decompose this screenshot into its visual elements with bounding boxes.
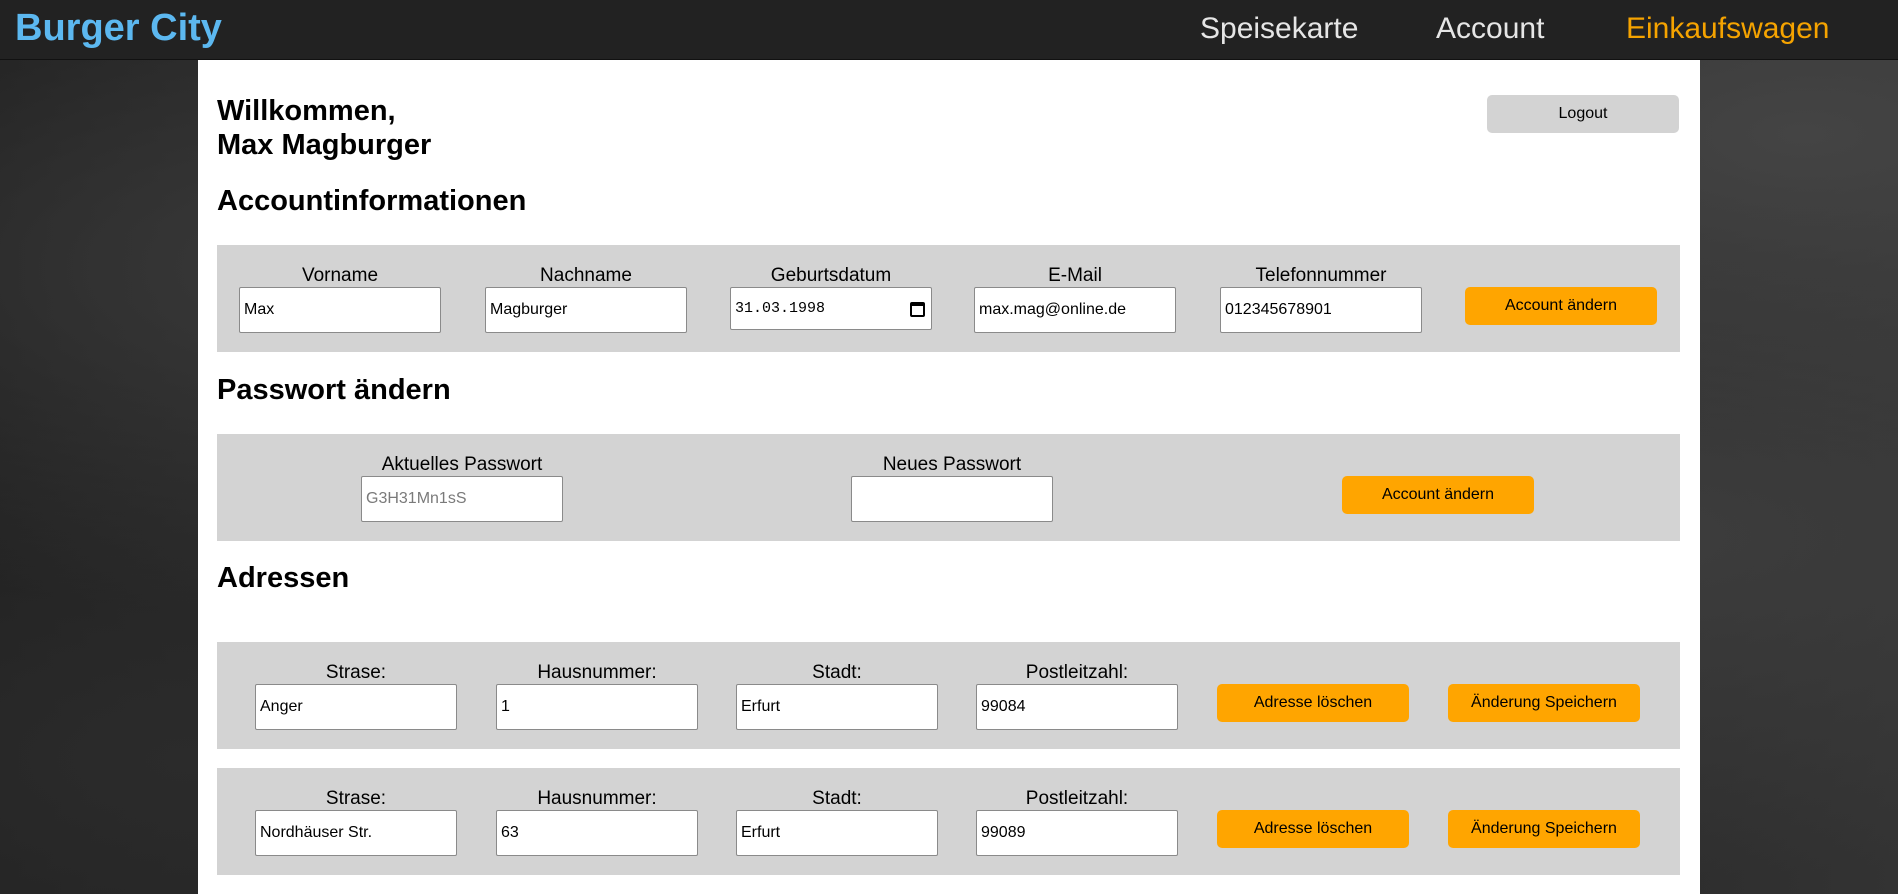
email-input[interactable]: max.mag@online.de <box>974 287 1176 333</box>
zip-input[interactable]: 99084 <box>976 684 1178 730</box>
zip-label: Postleitzahl: <box>1025 788 1129 809</box>
street-label: Strase: <box>325 662 387 683</box>
lastname-label: Nachname <box>540 265 632 286</box>
account-info-panel: Vorname Max Nachname Magburger Geburtsda… <box>217 245 1680 352</box>
email-label: E-Mail <box>1048 265 1102 286</box>
account-section-title: Accountinformationen <box>217 185 527 217</box>
save-address-button[interactable]: Änderung Speichern <box>1448 810 1640 848</box>
firstname-input[interactable]: Max <box>239 287 441 333</box>
delete-address-button[interactable]: Adresse löschen <box>1217 684 1409 722</box>
password-panel: Aktuelles Passwort G3H31Mn1sS Neues Pass… <box>217 434 1680 541</box>
house-number-input[interactable]: 63 <box>496 810 698 856</box>
house-number-label: Hausnummer: <box>537 662 657 683</box>
city-label: Stadt: <box>812 788 862 809</box>
password-section-title: Passwort ändern <box>217 374 451 406</box>
new-password-label: Neues Passwort <box>882 454 1022 475</box>
street-input[interactable]: Anger <box>255 684 457 730</box>
logout-button[interactable]: Logout <box>1487 95 1679 133</box>
password-update-button[interactable]: Account ändern <box>1342 476 1534 514</box>
address-row: Strase: Nordhäuser Str. Hausnummer: 63 S… <box>217 768 1680 875</box>
address-section-title: Adressen <box>217 562 350 594</box>
birthdate-value: 31.03.1998 <box>735 300 826 317</box>
street-label: Strase: <box>325 788 387 809</box>
delete-address-button[interactable]: Adresse löschen <box>1217 810 1409 848</box>
navbar: Burger City Speisekarte Account Einkaufs… <box>0 0 1898 60</box>
nav-einkaufswagen[interactable]: Einkaufswagen <box>1626 12 1829 46</box>
phone-label: Telefonnummer <box>1255 265 1387 286</box>
house-number-input[interactable]: 1 <box>496 684 698 730</box>
firstname-label: Vorname <box>301 265 379 286</box>
new-password-input[interactable] <box>851 476 1053 522</box>
main-content: Willkommen, Max Magburger Logout Account… <box>198 60 1700 894</box>
current-password-label: Aktuelles Passwort <box>381 454 543 475</box>
nav-account[interactable]: Account <box>1436 12 1544 46</box>
city-input[interactable]: Erfurt <box>736 810 938 856</box>
account-update-button[interactable]: Account ändern <box>1465 287 1657 325</box>
brand-logo[interactable]: Burger City <box>15 7 222 50</box>
zip-label: Postleitzahl: <box>1025 662 1129 683</box>
city-input[interactable]: Erfurt <box>736 684 938 730</box>
street-input[interactable]: Nordhäuser Str. <box>255 810 457 856</box>
house-number-label: Hausnummer: <box>537 788 657 809</box>
welcome-heading: Willkommen, Max Magburger <box>217 95 432 161</box>
save-address-button[interactable]: Änderung Speichern <box>1448 684 1640 722</box>
nav-speisekarte[interactable]: Speisekarte <box>1200 12 1358 46</box>
birthdate-input[interactable]: 31.03.1998 <box>730 287 932 330</box>
phone-input[interactable]: 012345678901 <box>1220 287 1422 333</box>
zip-input[interactable]: 99089 <box>976 810 1178 856</box>
lastname-input[interactable]: Magburger <box>485 287 687 333</box>
birthdate-label: Geburtsdatum <box>770 265 892 286</box>
city-label: Stadt: <box>812 662 862 683</box>
address-row: Strase: Anger Hausnummer: 1 Stadt: Erfur… <box>217 642 1680 749</box>
calendar-icon[interactable] <box>910 302 925 317</box>
current-password-input[interactable]: G3H31Mn1sS <box>361 476 563 522</box>
